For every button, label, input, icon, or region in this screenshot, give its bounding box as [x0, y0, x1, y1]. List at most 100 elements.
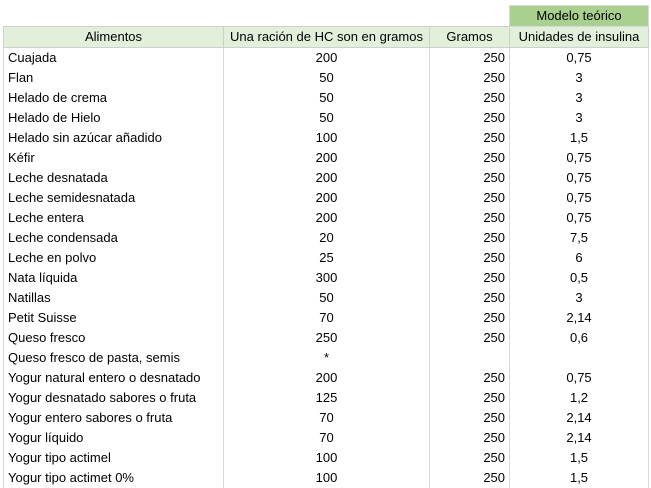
food-cell[interactable]: Leche condensada [4, 228, 224, 248]
grams-cell[interactable]: 250 [430, 368, 510, 388]
food-cell[interactable]: Natillas [4, 288, 224, 308]
portion-cell[interactable]: 50 [224, 288, 430, 308]
food-cell[interactable]: Petit Suisse [4, 308, 224, 328]
food-cell[interactable]: Queso fresco de pasta, semis [4, 348, 224, 368]
food-cell[interactable]: Queso fresco [4, 328, 224, 348]
insulin-units-cell[interactable] [510, 348, 649, 368]
portion-cell[interactable]: 250 [224, 328, 430, 348]
portion-cell[interactable]: 50 [224, 108, 430, 128]
header-row: Alimentos Una ración de HC son en gramos… [4, 27, 649, 48]
food-cell[interactable]: Yogur desnatado sabores o fruta [4, 388, 224, 408]
table-row: Leche condensada202507,5 [4, 228, 649, 248]
insulin-units-cell[interactable]: 3 [510, 288, 649, 308]
header-portion[interactable]: Una ración de HC son en gramos [224, 27, 430, 48]
portion-cell[interactable]: 50 [224, 88, 430, 108]
food-cell[interactable]: Helado sin azúcar añadido [4, 128, 224, 148]
insulin-units-cell[interactable]: 0,6 [510, 328, 649, 348]
table-row: Leche entera2002500,75 [4, 208, 649, 228]
portion-cell[interactable]: 200 [224, 368, 430, 388]
insulin-units-cell[interactable]: 1,5 [510, 448, 649, 468]
grams-cell[interactable]: 250 [430, 448, 510, 468]
insulin-units-cell[interactable]: 1,5 [510, 468, 649, 488]
grams-cell[interactable]: 250 [430, 188, 510, 208]
portion-cell[interactable]: 100 [224, 128, 430, 148]
insulin-units-cell[interactable]: 0,75 [510, 168, 649, 188]
portion-cell[interactable]: 200 [224, 48, 430, 69]
grams-cell[interactable]: 250 [430, 268, 510, 288]
header-grams[interactable]: Gramos [430, 27, 510, 48]
food-cell[interactable]: Leche entera [4, 208, 224, 228]
header-foods[interactable]: Alimentos [4, 27, 224, 48]
portion-cell[interactable]: 300 [224, 268, 430, 288]
grams-cell[interactable]: 250 [430, 148, 510, 168]
food-cell[interactable]: Helado de crema [4, 88, 224, 108]
portion-cell[interactable]: 125 [224, 388, 430, 408]
food-cell[interactable]: Nata líquida [4, 268, 224, 288]
table-row: Nata líquida3002500,5 [4, 268, 649, 288]
insulin-units-cell[interactable]: 2,14 [510, 308, 649, 328]
insulin-units-cell[interactable]: 6 [510, 248, 649, 268]
portion-cell[interactable]: * [224, 348, 430, 368]
grams-cell[interactable]: 250 [430, 428, 510, 448]
grams-cell[interactable]: 250 [430, 208, 510, 228]
grams-cell[interactable]: 250 [430, 48, 510, 69]
table-row: Leche desnatada2002500,75 [4, 168, 649, 188]
portion-cell[interactable]: 200 [224, 188, 430, 208]
food-cell[interactable]: Cuajada [4, 48, 224, 69]
grams-cell[interactable] [430, 348, 510, 368]
header-insulin-units[interactable]: Unidades de insulina [510, 27, 649, 48]
insulin-units-cell[interactable]: 0,75 [510, 48, 649, 69]
portion-cell[interactable]: 70 [224, 308, 430, 328]
insulin-units-cell[interactable]: 1,5 [510, 128, 649, 148]
insulin-units-cell[interactable]: 0,5 [510, 268, 649, 288]
portion-cell[interactable]: 100 [224, 448, 430, 468]
food-cell[interactable]: Yogur líquido [4, 428, 224, 448]
grams-cell[interactable]: 250 [430, 308, 510, 328]
grams-cell[interactable]: 250 [430, 228, 510, 248]
portion-cell[interactable]: 70 [224, 408, 430, 428]
insulin-units-cell[interactable]: 0,75 [510, 148, 649, 168]
insulin-units-cell[interactable]: 0,75 [510, 188, 649, 208]
insulin-units-cell[interactable]: 3 [510, 88, 649, 108]
insulin-units-cell[interactable]: 1,2 [510, 388, 649, 408]
grams-cell[interactable]: 250 [430, 388, 510, 408]
portion-cell[interactable]: 200 [224, 168, 430, 188]
grams-cell[interactable]: 250 [430, 88, 510, 108]
grams-cell[interactable]: 250 [430, 168, 510, 188]
insulin-units-cell[interactable]: 3 [510, 108, 649, 128]
food-cell[interactable]: Yogur tipo actimet 0% [4, 468, 224, 488]
grams-cell[interactable]: 250 [430, 248, 510, 268]
food-cell[interactable]: Yogur entero sabores o fruta [4, 408, 224, 428]
food-cell[interactable]: Yogur natural entero o desnatado [4, 368, 224, 388]
food-cell[interactable]: Leche desnatada [4, 168, 224, 188]
model-label-cell[interactable]: Modelo teórico [510, 6, 649, 27]
food-cell[interactable]: Kéfir [4, 148, 224, 168]
table-row: Yogur tipo actimel1002501,5 [4, 448, 649, 468]
grams-cell[interactable]: 250 [430, 128, 510, 148]
grams-cell[interactable]: 250 [430, 288, 510, 308]
portion-cell[interactable]: 70 [224, 428, 430, 448]
food-cell[interactable]: Leche en polvo [4, 248, 224, 268]
portion-cell[interactable]: 200 [224, 208, 430, 228]
insulin-units-cell[interactable]: 2,14 [510, 428, 649, 448]
food-cell[interactable]: Leche semidesnatada [4, 188, 224, 208]
insulin-units-cell[interactable]: 2,14 [510, 408, 649, 428]
insulin-units-cell[interactable]: 3 [510, 68, 649, 88]
grams-cell[interactable]: 250 [430, 408, 510, 428]
insulin-units-cell[interactable]: 0,75 [510, 368, 649, 388]
grams-cell[interactable]: 250 [430, 68, 510, 88]
portion-cell[interactable]: 200 [224, 148, 430, 168]
grams-cell[interactable]: 250 [430, 328, 510, 348]
portion-cell[interactable]: 25 [224, 248, 430, 268]
portion-cell[interactable]: 20 [224, 228, 430, 248]
grams-cell[interactable]: 250 [430, 108, 510, 128]
food-cell[interactable]: Helado de Hielo [4, 108, 224, 128]
insulin-units-cell[interactable]: 7,5 [510, 228, 649, 248]
insulin-units-cell[interactable]: 0,75 [510, 208, 649, 228]
food-cell[interactable]: Yogur tipo actimel [4, 448, 224, 468]
grams-cell[interactable]: 250 [430, 468, 510, 488]
table-row: Flan502503 [4, 68, 649, 88]
food-cell[interactable]: Flan [4, 68, 224, 88]
portion-cell[interactable]: 50 [224, 68, 430, 88]
portion-cell[interactable]: 100 [224, 468, 430, 488]
